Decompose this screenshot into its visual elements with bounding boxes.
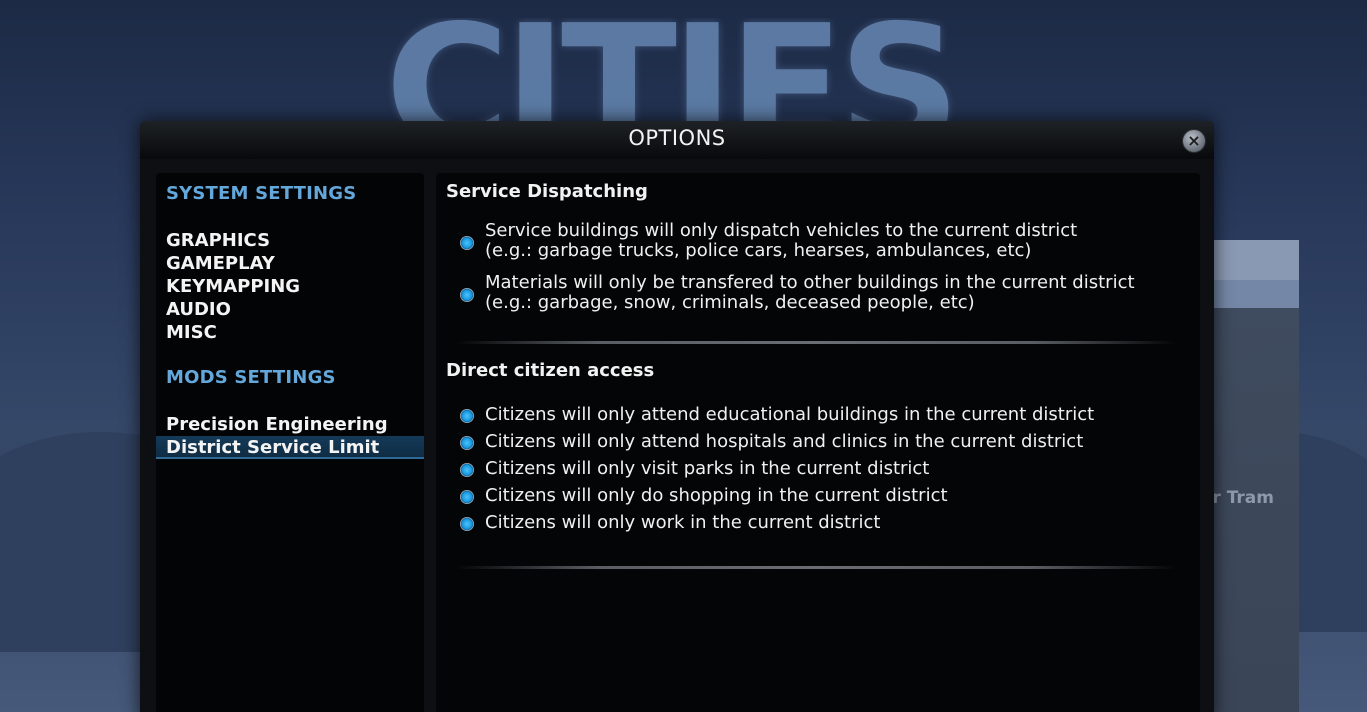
options-window: OPTIONS × SYSTEM SETTINGS GRAPHICS GAMEP… xyxy=(140,121,1214,712)
nav-item-precision-engineering[interactable]: Precision Engineering xyxy=(156,413,424,436)
settings-content: Service Dispatching Service buildings wi… xyxy=(436,173,1200,712)
nav-item-gameplay[interactable]: GAMEPLAY xyxy=(156,252,424,275)
section-divider xyxy=(456,566,1176,569)
section-title-direct-citizen-access: Direct citizen access xyxy=(446,360,655,381)
nav-item-graphics[interactable]: GRAPHICS xyxy=(156,229,424,252)
nav-item-misc[interactable]: MISC xyxy=(156,321,424,344)
option-label: Citizens will only attend educational bu… xyxy=(485,404,1095,425)
window-title: OPTIONS xyxy=(628,126,726,150)
option-label: Citizens will only visit parks in the cu… xyxy=(485,458,930,479)
radio-button[interactable] xyxy=(460,288,474,302)
nav-item-audio[interactable]: AUDIO xyxy=(156,298,424,321)
option-label: Citizens will only work in the current d… xyxy=(485,512,881,533)
option-hospitals[interactable]: Citizens will only attend hospitals and … xyxy=(460,432,1180,454)
mods-settings-heading: MODS SETTINGS xyxy=(166,367,336,388)
option-dispatch-vehicles[interactable]: Service buildings will only dispatch veh… xyxy=(460,221,1180,263)
radio-button[interactable] xyxy=(460,409,474,423)
close-button[interactable]: × xyxy=(1182,129,1206,153)
radio-button[interactable] xyxy=(460,490,474,504)
option-label-line2: (e.g.: garbage, snow, criminals, decease… xyxy=(485,292,975,313)
option-label: Service buildings will only dispatch veh… xyxy=(485,221,1077,261)
section-divider xyxy=(456,341,1176,344)
nav-item-district-service-limit[interactable]: District Service Limit xyxy=(156,436,424,459)
system-settings-heading: SYSTEM SETTINGS xyxy=(166,183,357,204)
option-shopping[interactable]: Citizens will only do shopping in the cu… xyxy=(460,486,1180,508)
option-label-line2: (e.g.: garbage trucks, police cars, hear… xyxy=(485,240,1032,261)
option-work[interactable]: Citizens will only work in the current d… xyxy=(460,513,1180,535)
background-side-panel-text: r Tram xyxy=(1212,488,1274,508)
radio-button[interactable] xyxy=(460,236,474,250)
option-label: Citizens will only do shopping in the cu… xyxy=(485,485,948,506)
window-titlebar: OPTIONS × xyxy=(140,121,1214,159)
option-parks[interactable]: Citizens will only visit parks in the cu… xyxy=(460,459,1180,481)
option-label-line1: Service buildings will only dispatch veh… xyxy=(485,220,1078,241)
option-label: Citizens will only attend hospitals and … xyxy=(485,431,1084,452)
background-side-panel xyxy=(1212,240,1299,712)
option-label-line1: Materials will only be transfered to oth… xyxy=(485,272,1135,293)
settings-nav: SYSTEM SETTINGS GRAPHICS GAMEPLAY KEYMAP… xyxy=(156,173,424,712)
option-label: Materials will only be transfered to oth… xyxy=(485,273,1135,313)
option-education[interactable]: Citizens will only attend educational bu… xyxy=(460,405,1180,427)
option-transfer-materials[interactable]: Materials will only be transfered to oth… xyxy=(460,273,1180,315)
section-title-service-dispatching: Service Dispatching xyxy=(446,181,648,202)
nav-item-keymapping[interactable]: KEYMAPPING xyxy=(156,275,424,298)
radio-button[interactable] xyxy=(460,517,474,531)
radio-button[interactable] xyxy=(460,463,474,477)
radio-button[interactable] xyxy=(460,436,474,450)
